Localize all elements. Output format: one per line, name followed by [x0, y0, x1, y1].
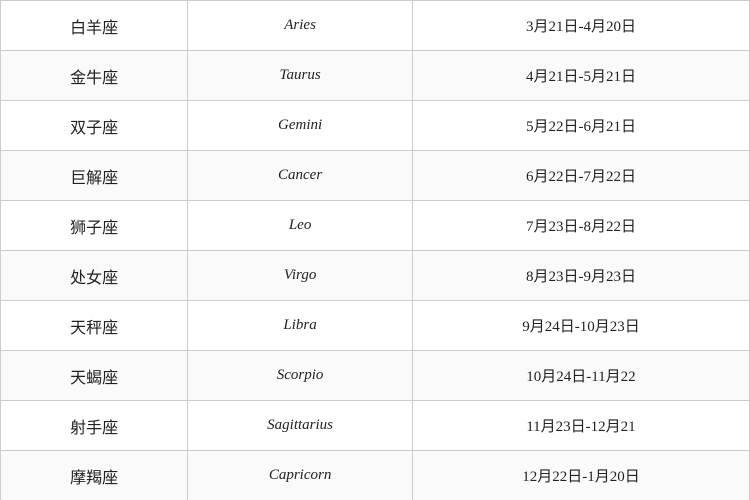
english-name: Libra [188, 301, 413, 351]
zodiac-table-container: 白羊座Aries3月21日-4月20日金牛座Taurus4月21日-5月21日双… [0, 0, 750, 500]
date-range: 4月21日-5月21日 [412, 51, 749, 101]
chinese-name: 天秤座 [1, 301, 188, 351]
english-name: Virgo [188, 251, 413, 301]
table-row: 白羊座Aries3月21日-4月20日 [1, 1, 750, 51]
english-name: Leo [188, 201, 413, 251]
chinese-name: 狮子座 [1, 201, 188, 251]
table-row: 双子座Gemini5月22日-6月21日 [1, 101, 750, 151]
table-row: 处女座Virgo8月23日-9月23日 [1, 251, 750, 301]
chinese-name: 金牛座 [1, 51, 188, 101]
date-range: 8月23日-9月23日 [412, 251, 749, 301]
english-name: Sagittarius [188, 401, 413, 451]
english-name: Capricorn [188, 451, 413, 500]
chinese-name: 处女座 [1, 251, 188, 301]
chinese-name: 双子座 [1, 101, 188, 151]
table-row: 金牛座Taurus4月21日-5月21日 [1, 51, 750, 101]
chinese-name: 白羊座 [1, 1, 188, 51]
date-range: 6月22日-7月22日 [412, 151, 749, 201]
english-name: Cancer [188, 151, 413, 201]
table-row: 巨解座Cancer6月22日-7月22日 [1, 151, 750, 201]
date-range: 12月22日-1月20日 [412, 451, 749, 500]
zodiac-table: 白羊座Aries3月21日-4月20日金牛座Taurus4月21日-5月21日双… [0, 0, 750, 500]
english-name: Gemini [188, 101, 413, 151]
table-row: 射手座Sagittarius11月23日-12月21 [1, 401, 750, 451]
chinese-name: 射手座 [1, 401, 188, 451]
chinese-name: 摩羯座 [1, 451, 188, 500]
english-name: Taurus [188, 51, 413, 101]
english-name: Aries [188, 1, 413, 51]
chinese-name: 巨解座 [1, 151, 188, 201]
date-range: 3月21日-4月20日 [412, 1, 749, 51]
english-name: Scorpio [188, 351, 413, 401]
date-range: 5月22日-6月21日 [412, 101, 749, 151]
table-row: 天秤座Libra9月24日-10月23日 [1, 301, 750, 351]
chinese-name: 天蝎座 [1, 351, 188, 401]
date-range: 11月23日-12月21 [412, 401, 749, 451]
table-row: 狮子座Leo7月23日-8月22日 [1, 201, 750, 251]
date-range: 9月24日-10月23日 [412, 301, 749, 351]
table-row: 摩羯座Capricorn12月22日-1月20日 [1, 451, 750, 500]
table-row: 天蝎座Scorpio10月24日-11月22 [1, 351, 750, 401]
date-range: 7月23日-8月22日 [412, 201, 749, 251]
date-range: 10月24日-11月22 [412, 351, 749, 401]
